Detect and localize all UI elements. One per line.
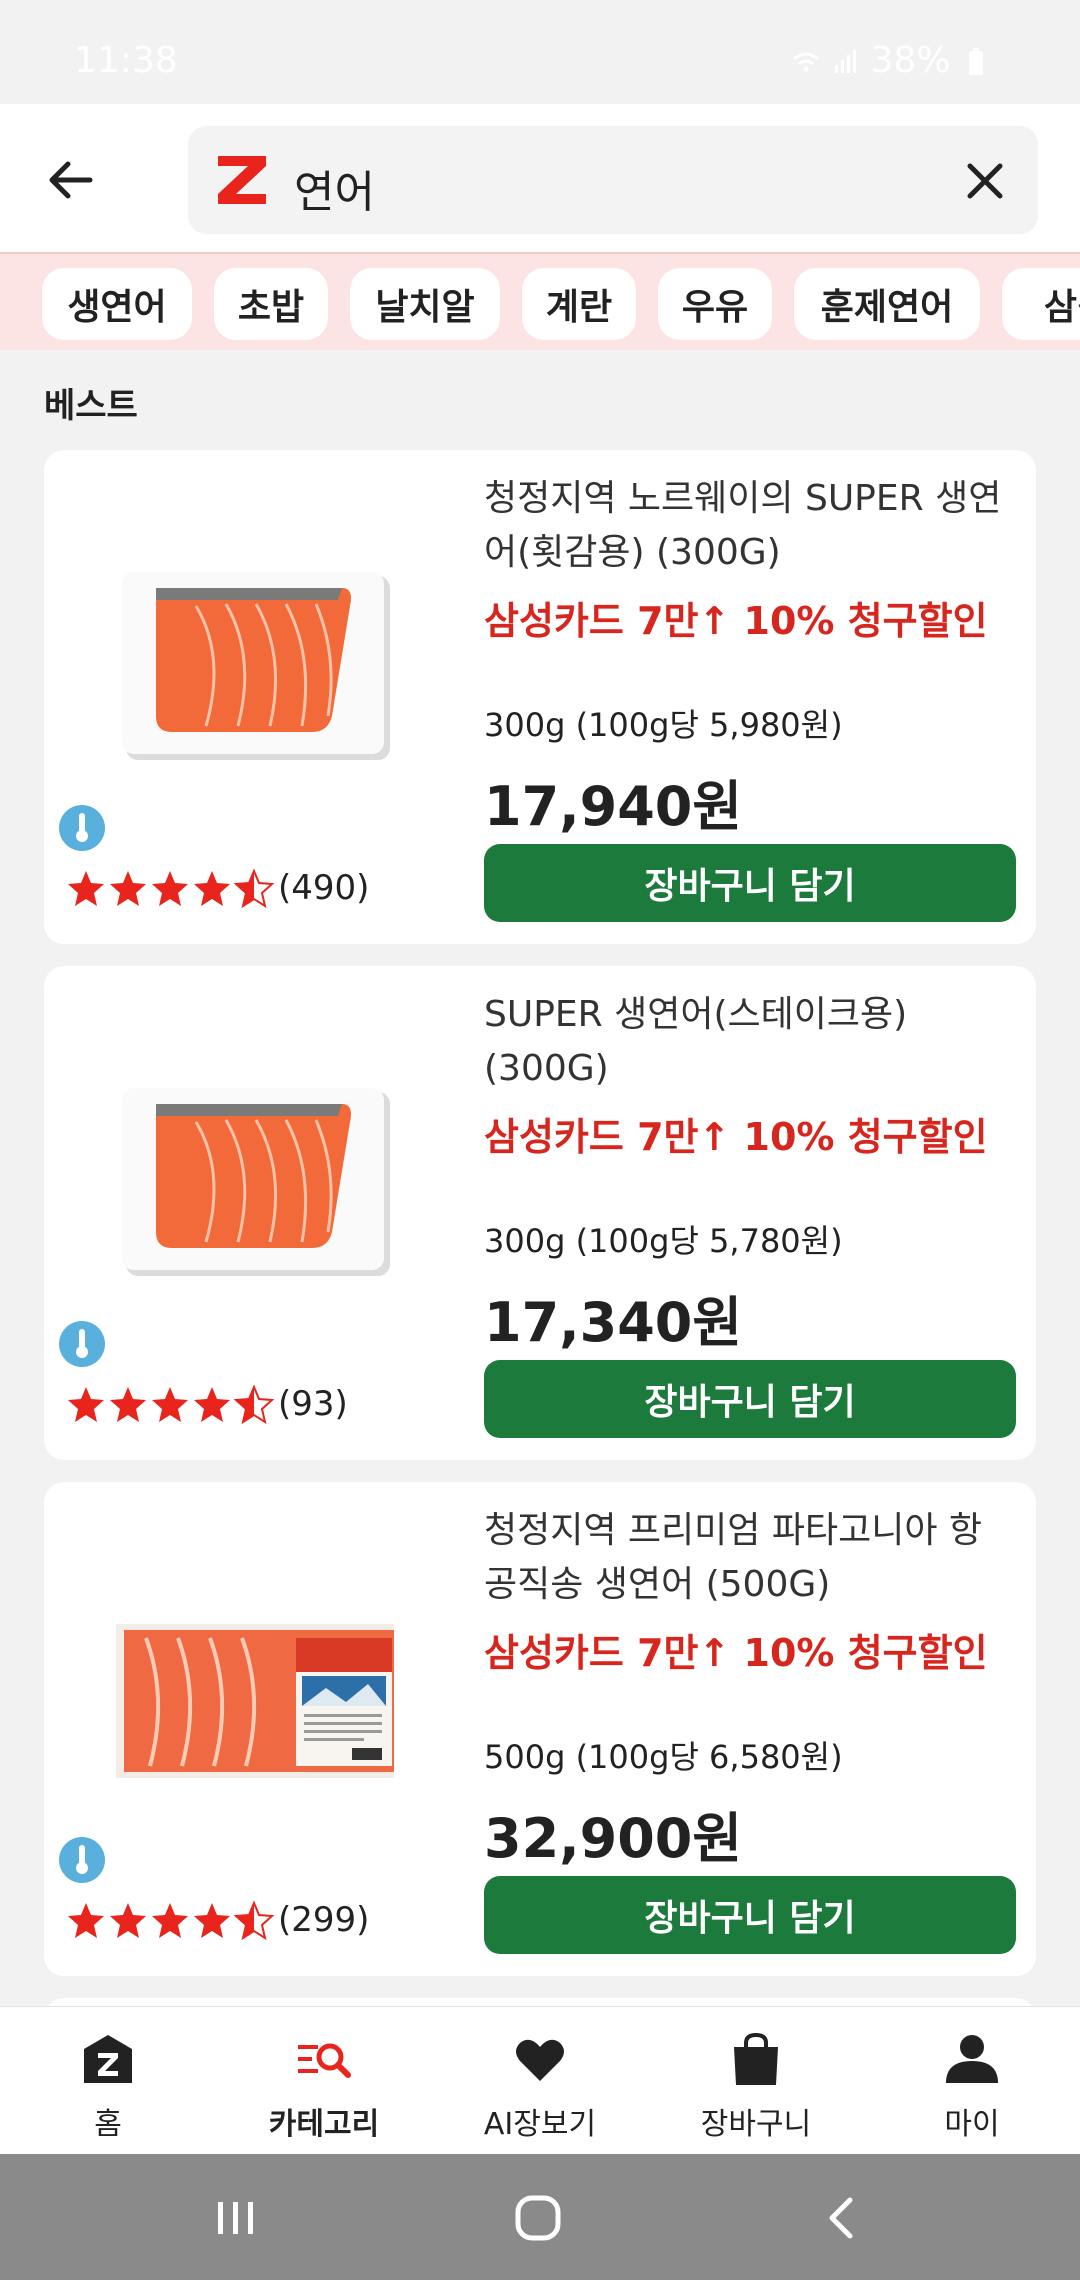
nav-label: 장바구니 [700, 2107, 812, 2142]
star-full-icon [68, 1903, 104, 1938]
nav-item-category[interactable]: 카테고리 [216, 2007, 432, 2155]
chip-keyword[interactable]: 생연어 [42, 268, 192, 340]
nav-item-cart[interactable]: 장바구니 [648, 2007, 864, 2155]
star-full-icon [152, 1903, 188, 1938]
status-right: 38% [792, 40, 990, 81]
product-price: 17,340원 [484, 1291, 743, 1354]
cold-storage-icon [59, 805, 105, 851]
unit-price: 500g (100g당 6,580원) [484, 1738, 843, 1776]
product-price: 17,940원 [484, 775, 743, 838]
review-count: (299) [278, 1900, 370, 1940]
promo-text: 삼성카드 7만↑ 10% 청구할인 [484, 1631, 988, 1675]
wifi-icon [792, 52, 819, 72]
keyword-chip-bar: 생연어 초밥 날치알 계란 우유 훈제연어 삼겹 [0, 252, 1080, 350]
product-price: 32,900원 [484, 1807, 743, 1870]
chip-keyword[interactable]: 날치알 [350, 268, 500, 340]
nav-label: 마이 [944, 2107, 1000, 2142]
star-full-icon [194, 1903, 230, 1938]
add-to-cart-button[interactable]: 장바구니 담기 [484, 1876, 1016, 1954]
star-half-icon [234, 1900, 274, 1940]
home-icon [84, 2035, 132, 2083]
star-full-icon [152, 1387, 188, 1422]
chip-keyword[interactable]: 우유 [658, 268, 772, 340]
battery-percent: 38% [870, 40, 951, 81]
rating-stars: (93) [66, 1384, 348, 1424]
product-card[interactable]: (299) 청정지역 프리미엄 파타고니아 항공직송 생연어 (500G) 삼성… [44, 1482, 1036, 1976]
star-full-icon [194, 871, 230, 906]
star-full-icon [110, 1903, 146, 1938]
nav-item-home[interactable]: 홈 [0, 2007, 216, 2155]
promo-text: 삼성카드 7만↑ 10% 청구할인 [484, 1115, 988, 1159]
status-time: 11:38 [74, 40, 178, 81]
product-name[interactable]: SUPER 생연어(스테이크용) (300G) [484, 988, 1004, 1096]
battery-icon [969, 48, 983, 75]
cold-storage-icon [59, 1321, 105, 1367]
shopping-bag-icon [734, 2032, 778, 2085]
status-bar: 11:38 38% [0, 0, 1080, 104]
rating-stars: (490) [66, 868, 369, 908]
home-button-icon[interactable] [512, 2192, 564, 2244]
product-image[interactable] [116, 1598, 394, 1798]
star-full-icon [110, 1387, 146, 1422]
nav-item-ai-shopping[interactable]: AI장보기 [432, 2007, 648, 2155]
search-input[interactable]: 연어 [188, 126, 1038, 234]
star-full-icon [68, 1387, 104, 1422]
cold-storage-icon [59, 1837, 105, 1883]
recent-apps-icon[interactable] [210, 2192, 262, 2244]
star-full-icon [194, 1387, 230, 1422]
bottom-nav: 홈 카테고리 AI장보기 장바구니 마이 [0, 2006, 1080, 2154]
add-to-cart-button[interactable]: 장바구니 담기 [484, 844, 1016, 922]
unit-price: 300g (100g당 5,780원) [484, 1222, 843, 1260]
search-header: 연어 [0, 104, 1080, 252]
product-name[interactable]: 청정지역 프리미엄 파타고니아 항공직송 생연어 (500G) [484, 1504, 1004, 1612]
star-full-icon [68, 871, 104, 906]
heart-icon [516, 2039, 564, 2081]
chip-keyword[interactable]: 훈제연어 [794, 268, 980, 340]
category-icon [298, 2043, 351, 2078]
product-image[interactable] [116, 1082, 394, 1282]
section-title: 베스트 [44, 386, 138, 426]
chip-keyword[interactable]: 초밥 [214, 268, 328, 340]
review-count: (93) [278, 1384, 348, 1424]
star-full-icon [110, 871, 146, 906]
search-query-text: 연어 [294, 167, 375, 218]
product-card[interactable]: (490) 청정지역 노르웨이의 SUPER 생연어(횟감용) (300G) 삼… [44, 450, 1036, 944]
system-nav-bar [0, 2154, 1080, 2280]
star-full-icon [152, 871, 188, 906]
nav-label: 홈 [94, 2107, 122, 2142]
nav-label: AI장보기 [483, 2107, 597, 2142]
promo-text: 삼성카드 7만↑ 10% 청구할인 [484, 599, 988, 643]
chip-keyword[interactable]: 계란 [522, 268, 636, 340]
person-icon [946, 2035, 998, 2083]
star-half-icon [234, 1384, 274, 1424]
z-logo-icon [218, 156, 266, 204]
clear-search-icon[interactable] [962, 158, 1008, 204]
back-arrow-icon[interactable] [40, 148, 104, 212]
product-name[interactable]: 청정지역 노르웨이의 SUPER 생연어(횟감용) (300G) [484, 472, 1004, 580]
rating-stars: (299) [66, 1900, 369, 1940]
chip-keyword[interactable]: 삼겹 [1002, 268, 1080, 340]
add-to-cart-button[interactable]: 장바구니 담기 [484, 1360, 1016, 1438]
review-count: (490) [278, 868, 370, 908]
back-button-icon[interactable] [816, 2192, 868, 2244]
product-card[interactable]: (93) SUPER 생연어(스테이크용) (300G) 삼성카드 7만↑ 10… [44, 966, 1036, 1460]
unit-price: 300g (100g당 5,980원) [484, 706, 843, 744]
star-half-icon [234, 868, 274, 908]
nav-item-my[interactable]: 마이 [864, 2007, 1080, 2155]
signal-icon [835, 50, 857, 73]
product-image[interactable] [116, 566, 394, 766]
nav-label: 카테고리 [268, 2107, 380, 2142]
